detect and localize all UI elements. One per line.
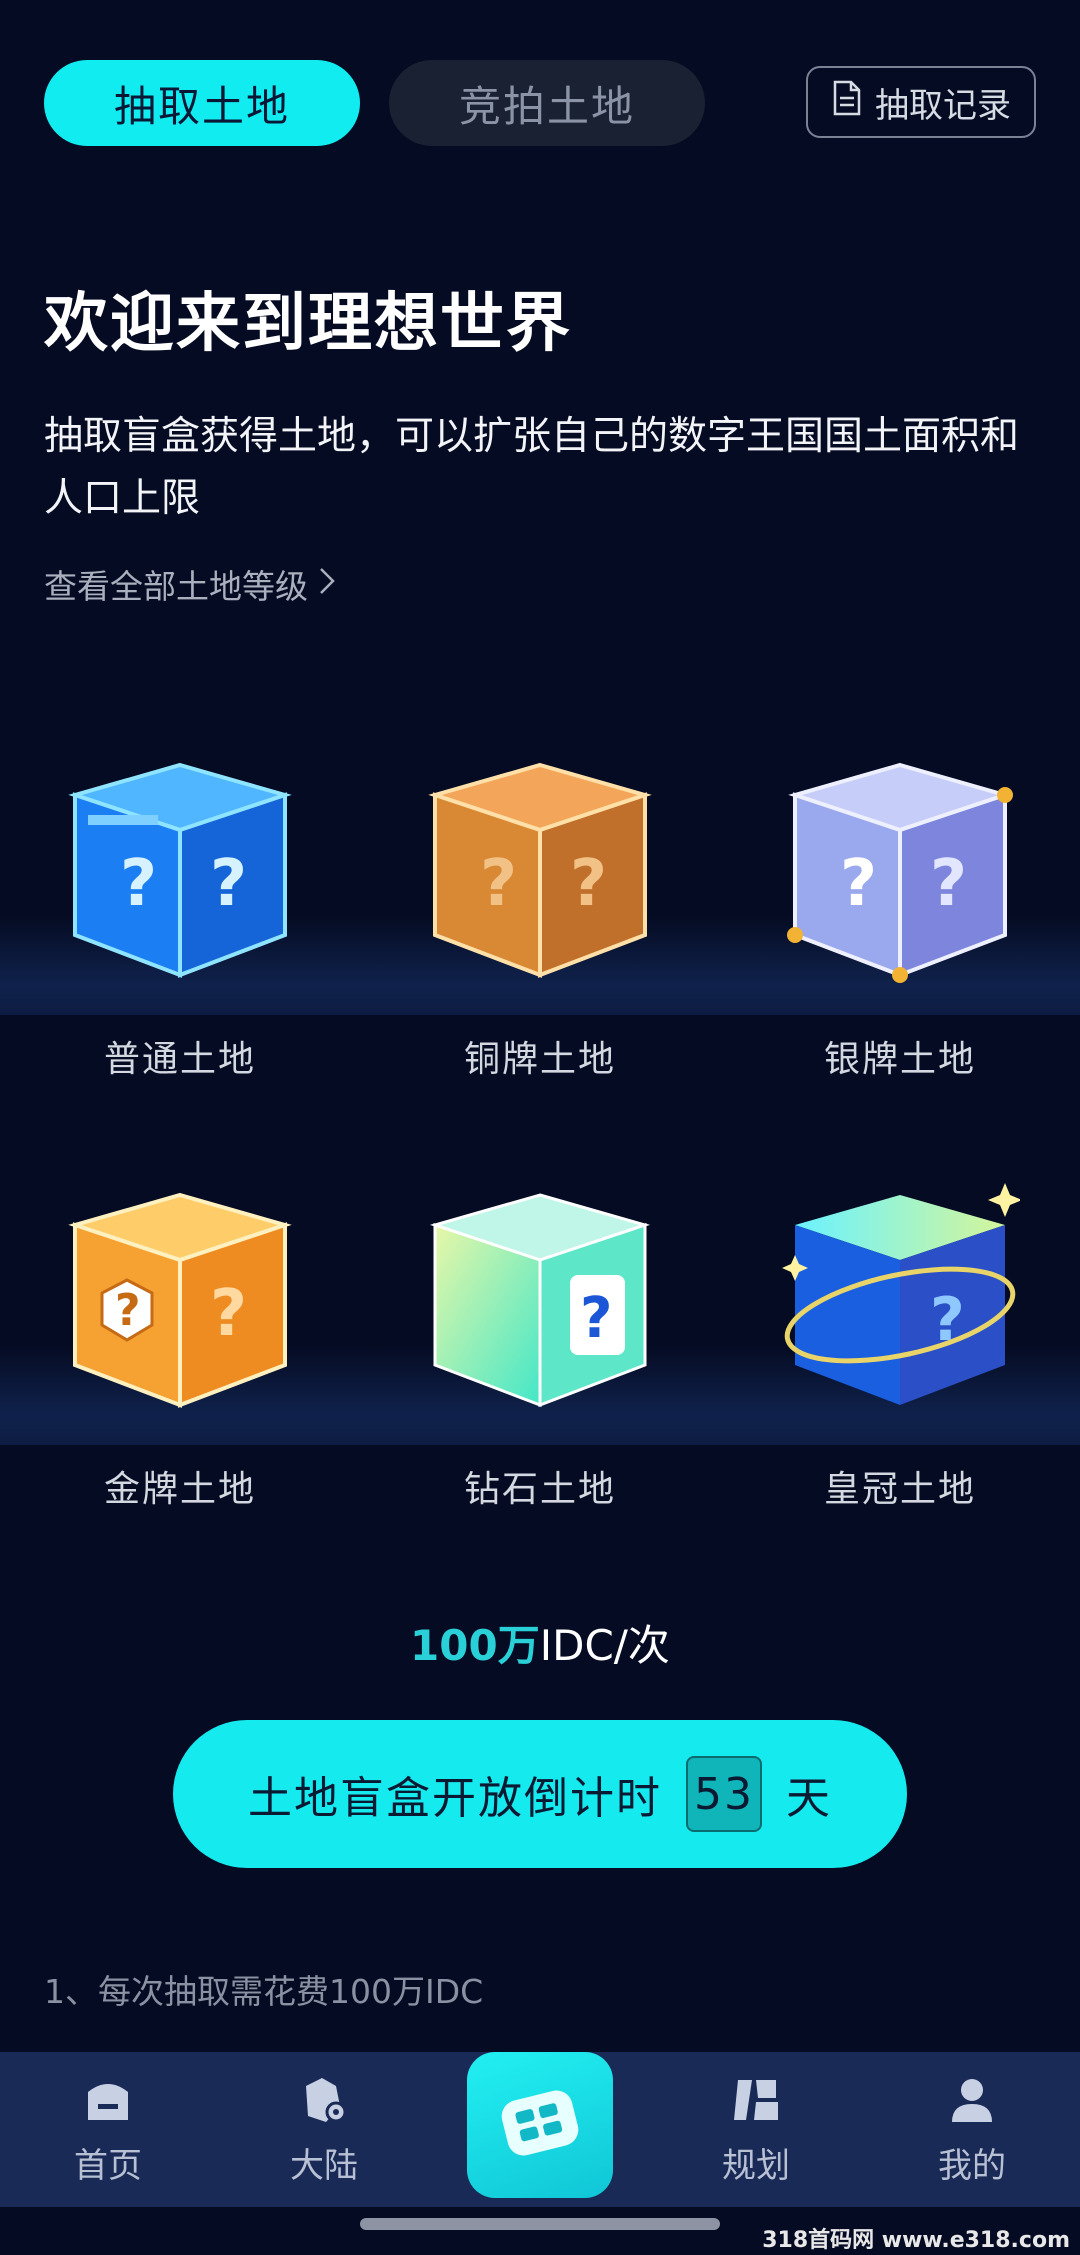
tab-auction-land[interactable]: 竞拍土地 bbox=[389, 60, 705, 146]
price-amount: 100万 bbox=[410, 1621, 540, 1670]
svg-text:?: ? bbox=[580, 1286, 612, 1351]
svg-text:?: ? bbox=[570, 847, 607, 921]
box-crown[interactable]: ? 皇冠土地 bbox=[720, 1175, 1080, 1515]
top-bar: 抽取土地 竞拍土地 抽取记录 bbox=[44, 60, 1036, 146]
bronze-question-box-icon: ? ? bbox=[420, 745, 660, 985]
box-bronze[interactable]: ? ? 铜牌土地 bbox=[360, 745, 720, 1085]
box-silver[interactable]: ? ? 银牌土地 bbox=[720, 745, 1080, 1085]
nav-home[interactable]: 首页 bbox=[0, 2052, 216, 2207]
nav-mine-label: 我的 bbox=[938, 2146, 1006, 2186]
box-row: ? ? 金牌土地 ? 钻石土地 ? 皇冠土地 bbox=[0, 1175, 1080, 1515]
chevron-right-icon bbox=[318, 565, 336, 604]
box-label: 银牌土地 bbox=[823, 1039, 976, 1080]
nav-center-button[interactable] bbox=[467, 2051, 613, 2198]
grade-link-label: 查看全部土地等级 bbox=[44, 567, 308, 606]
nav-continent[interactable]: 大陆 bbox=[216, 2052, 432, 2207]
page-description: 抽取盲盒获得土地，可以扩张自己的数字王国国土面积和人口上限 bbox=[44, 414, 1020, 521]
watermark: 318首码网 www.e318.com bbox=[762, 2228, 1070, 2253]
svg-text:?: ? bbox=[115, 1285, 141, 1336]
view-all-grades-link[interactable]: 查看全部土地等级 bbox=[44, 560, 336, 608]
svg-text:?: ? bbox=[210, 1277, 247, 1351]
home-indicator[interactable] bbox=[360, 2218, 720, 2230]
nav-plan-label: 规划 bbox=[722, 2146, 790, 2186]
svg-text:?: ? bbox=[840, 847, 877, 921]
nav-continent-label: 大陆 bbox=[290, 2146, 358, 2186]
box-label: 皇冠土地 bbox=[823, 1469, 976, 1510]
box-label: 钻石土地 bbox=[463, 1469, 616, 1510]
countdown-prefix: 土地盲盒开放倒计时 bbox=[248, 1773, 662, 1824]
crown-blind-box-icon: ? bbox=[780, 1175, 1022, 1415]
user-icon bbox=[944, 2072, 1000, 2132]
svg-text:?: ? bbox=[480, 847, 517, 921]
blueprint-icon bbox=[728, 2072, 784, 2132]
diamond-blind-box-icon: ? bbox=[420, 1175, 660, 1415]
rule-item: 1、每次抽取需花费100万IDC bbox=[44, 1972, 484, 2011]
nav-mine[interactable]: 我的 bbox=[864, 2052, 1080, 2207]
svg-text:?: ? bbox=[120, 847, 157, 921]
svg-text:?: ? bbox=[210, 847, 247, 921]
draw-record-label: 抽取记录 bbox=[875, 85, 1011, 126]
box-row: ? ? 普通土地 ? ? 铜牌土地 ? ? 银牌土地 bbox=[0, 745, 1080, 1085]
home-icon bbox=[80, 2072, 136, 2132]
tab-draw-land[interactable]: 抽取土地 bbox=[44, 60, 360, 146]
bottom-nav: 首页 大陆 规划 我的 bbox=[0, 2051, 1080, 2207]
draw-price: 100万IDC/次 bbox=[0, 1612, 1080, 1673]
nav-home-label: 首页 bbox=[74, 2146, 142, 2186]
box-gold[interactable]: ? ? 金牌土地 bbox=[0, 1175, 360, 1515]
countdown-suffix: 天 bbox=[786, 1773, 832, 1824]
gold-question-box-icon: ? ? bbox=[60, 1175, 300, 1415]
page-title: 欢迎来到理想世界 bbox=[44, 287, 572, 361]
svg-text:?: ? bbox=[930, 847, 967, 921]
map-pin-icon bbox=[296, 2072, 352, 2132]
box-normal[interactable]: ? ? 普通土地 bbox=[0, 745, 360, 1085]
box-label: 铜牌土地 bbox=[463, 1039, 616, 1080]
grid-box-icon bbox=[492, 2075, 588, 2175]
document-icon bbox=[831, 80, 863, 125]
silver-question-box-icon: ? ? bbox=[780, 745, 1020, 985]
countdown-days: 53 bbox=[686, 1756, 762, 1832]
box-label: 金牌土地 bbox=[103, 1469, 256, 1510]
nav-plan[interactable]: 规划 bbox=[648, 2052, 864, 2207]
draw-record-button[interactable]: 抽取记录 bbox=[806, 66, 1036, 138]
countdown-button[interactable]: 土地盲盒开放倒计时 53 天 bbox=[173, 1720, 907, 1868]
price-unit: IDC/次 bbox=[539, 1621, 670, 1670]
svg-text:?: ? bbox=[930, 1285, 965, 1355]
box-diamond[interactable]: ? 钻石土地 bbox=[360, 1175, 720, 1515]
box-label: 普通土地 bbox=[103, 1039, 256, 1080]
blue-question-box-icon: ? ? bbox=[60, 745, 300, 985]
